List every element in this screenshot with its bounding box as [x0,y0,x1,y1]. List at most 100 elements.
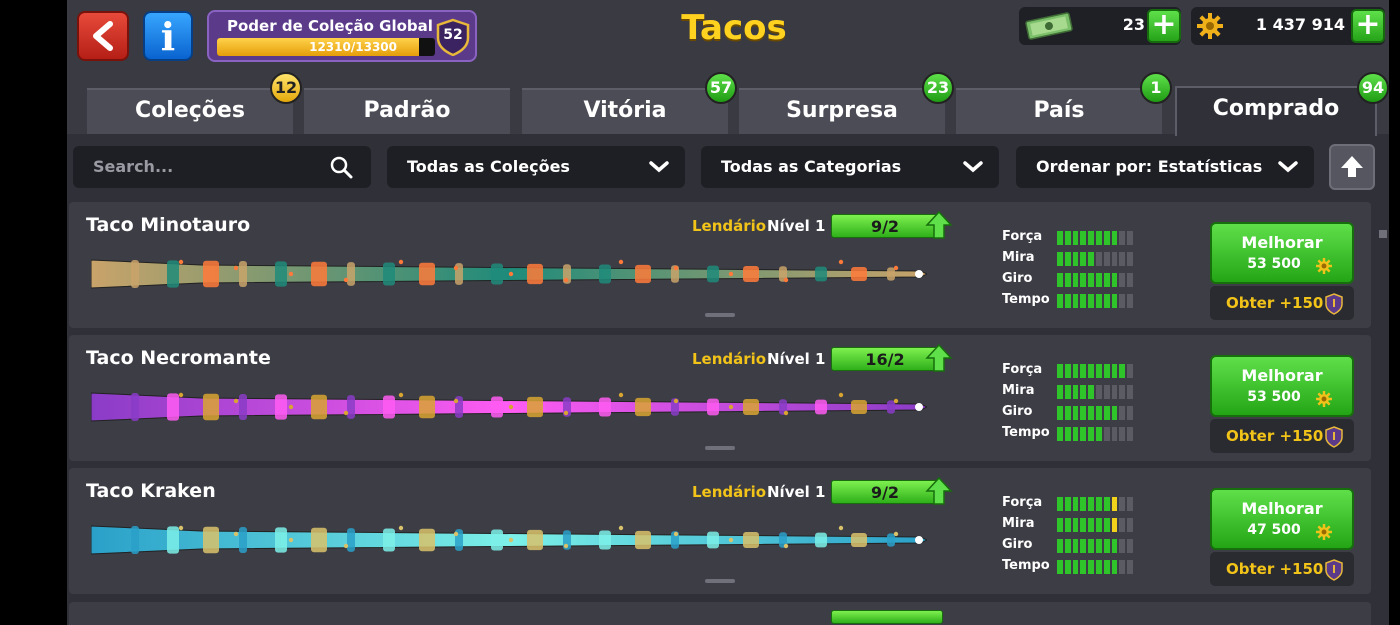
coins-counter: 1 437 914 + [1191,7,1385,45]
stat-label-force: Força [1002,229,1043,244]
shield-icon [1325,293,1343,315]
coin-icon [1316,524,1332,540]
stat-label-force: Força [1002,495,1043,510]
cue-row[interactable]: Taco Kraken Lendário Nível 1 9/2 Força Mi… [69,468,1371,594]
cue-pieces: 9/2 [870,483,900,502]
add-coins-button[interactable]: + [1351,9,1385,43]
stat-bar-aim [1057,252,1133,266]
shield-icon [1325,559,1343,581]
page-title: Tacos [681,8,787,48]
arrow-left-icon [93,21,113,51]
scrollbar[interactable] [1379,230,1387,238]
cash-counter: 23 + [1019,7,1181,45]
arrow-up-icon [925,343,953,372]
stat-label-spin: Giro [1002,537,1033,552]
search-icon[interactable] [329,155,353,179]
tab-label: Surpresa [786,98,898,123]
collection-power-progress: 12310/13300 [309,40,397,54]
add-cash-button[interactable]: + [1147,9,1181,43]
sort-dropdown-label: Ordenar por: Estatísticas [1036,157,1263,176]
info-icon: i [160,13,176,59]
obtain-label: Obter +150 [1226,294,1324,312]
stat-label-aim: Mira [1002,250,1035,265]
cue-level: Nível 1 [767,483,826,501]
game-screen: i Poder de Coleção Global 12310/13300 52… [67,0,1389,625]
stat-label-aim: Mira [1002,516,1035,531]
cue-level: Nível 1 [767,350,826,368]
coins-value: 1 437 914 [1255,15,1345,34]
upgrade-label: Melhorar [1241,366,1323,385]
coin-icon [1316,391,1332,407]
top-bar: i Poder de Coleção Global 12310/13300 52… [67,0,1389,70]
tab-badge-surpresa: 23 [922,72,954,104]
cue-row[interactable]: Taco Minotauro Lendário Nível 1 9/2 Forç… [69,202,1371,328]
coin-icon [1316,258,1332,274]
tab-surpresa[interactable]: Surpresa [739,88,945,134]
tab-label: Coleções [135,98,245,123]
coin-icon [1197,13,1223,39]
stat-label-spin: Giro [1002,404,1033,419]
stat-label-spin: Giro [1002,271,1033,286]
drag-handle [705,446,735,450]
drag-handle [705,579,735,583]
collections-dropdown-label: Todas as Coleções [407,157,570,176]
collection-level: 52 [443,27,463,43]
cue-name: Taco Minotauro [86,214,251,236]
screen-edge [1389,0,1400,625]
chevron-down-icon [1278,161,1298,173]
stat-label-aim: Mira [1002,383,1035,398]
plus-icon: + [1151,7,1177,42]
collection-power-panel[interactable]: Poder de Coleção Global 12310/13300 52 [207,10,477,62]
info-button[interactable]: i [143,11,193,61]
stat-label-force: Força [1002,362,1043,377]
tab-vitoria[interactable]: Vitória [522,88,728,134]
obtain-label: Obter +150 [1226,560,1324,578]
cue-row[interactable]: Taco Necromante Lendário Nível 1 16/2 Fo… [69,335,1371,461]
cue-name: Taco Kraken [86,480,216,502]
obtain-power-button[interactable]: Obter +150 [1210,286,1354,320]
upgrade-label: Melhorar [1241,233,1323,252]
upgrade-button[interactable]: Melhorar 53 500 [1210,355,1354,417]
cue-name: Taco Necromante [86,347,271,369]
tab-comprado[interactable]: Comprado [1175,86,1377,136]
tab-badge-comprado: 94 [1357,72,1389,104]
cue-pieces: 9/2 [870,217,900,236]
stat-bar-aim [1057,518,1133,532]
upgrade-button[interactable]: Melhorar 53 500 [1210,222,1354,284]
stat-bar-spin [1057,539,1133,553]
upgrade-button[interactable]: Melhorar 47 500 [1210,488,1354,550]
tab-badge-vitoria: 57 [705,72,737,104]
cue-row-partial[interactable] [69,602,1371,625]
cue-rarity: Lendário [692,483,767,501]
tab-label: Comprado [1212,96,1340,121]
cash-value: 23 [1122,15,1145,34]
tab-colecoes[interactable]: Coleções [87,88,293,134]
stat-bar-time [1057,294,1133,308]
stat-bar-time [1057,560,1133,574]
categories-dropdown-label: Todas as Categorias [721,157,902,176]
search-input[interactable]: Search... [73,146,371,188]
collections-dropdown[interactable]: Todas as Coleções [387,146,685,188]
collection-power-label: Poder de Coleção Global [227,17,433,35]
level-progress-bar [831,610,943,624]
categories-dropdown[interactable]: Todas as Categorias [701,146,999,188]
arrow-up-icon [925,210,953,239]
tab-padrao[interactable]: Padrão [304,88,510,134]
cue-image [91,392,927,422]
cash-icon [1025,12,1073,40]
cue-rarity: Lendário [692,217,767,235]
obtain-label: Obter +150 [1226,427,1324,445]
sort-direction-button[interactable] [1329,144,1375,190]
obtain-power-button[interactable]: Obter +150 [1210,419,1354,453]
drag-handle [705,313,735,317]
cue-pieces: 16/2 [865,350,905,369]
tab-pais[interactable]: País [956,88,1162,134]
cue-rarity: Lendário [692,350,767,368]
shield-icon [1325,426,1343,448]
back-button[interactable] [77,11,129,61]
sort-dropdown[interactable]: Ordenar por: Estatísticas [1016,146,1314,188]
obtain-power-button[interactable]: Obter +150 [1210,552,1354,586]
stat-bar-aim [1057,385,1133,399]
cue-level: Nível 1 [767,217,826,235]
stat-bar-spin [1057,406,1133,420]
